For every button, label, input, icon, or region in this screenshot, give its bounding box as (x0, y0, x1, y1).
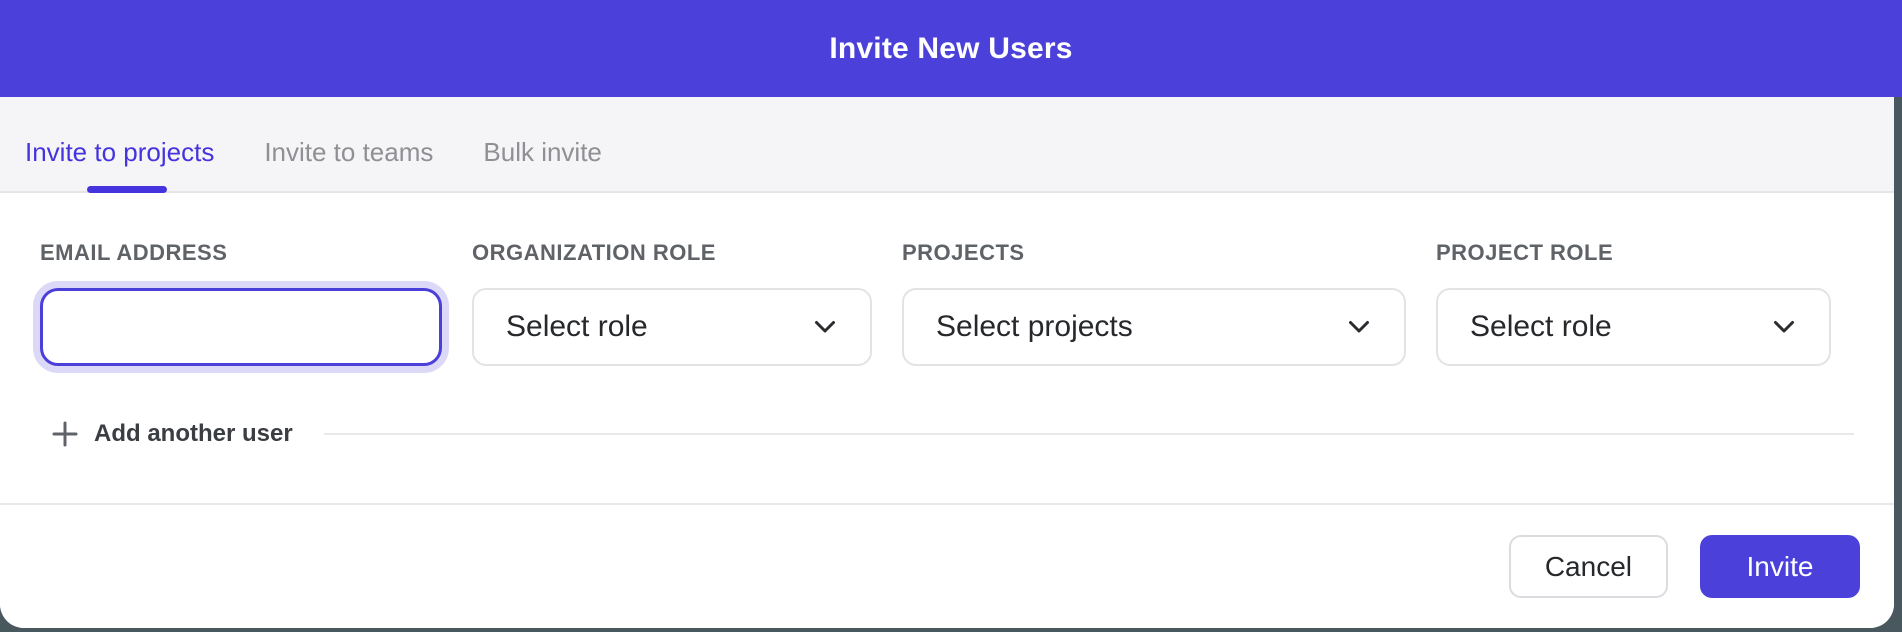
organization-role-select[interactable]: Select role (472, 288, 872, 366)
chevron-down-icon (1348, 320, 1370, 334)
tab-invite-to-projects[interactable]: Invite to projects (25, 139, 214, 191)
chevron-down-icon (814, 320, 836, 334)
chevron-down-icon (1773, 320, 1795, 334)
modal-title: Invite New Users (829, 32, 1072, 66)
cancel-button[interactable]: Cancel (1509, 535, 1668, 598)
tab-bulk-invite[interactable]: Bulk invite (483, 139, 602, 191)
add-another-user-button[interactable]: Add another user (40, 420, 293, 448)
email-address-input[interactable] (40, 288, 442, 366)
email-address-label: EMAIL ADDRESS (40, 240, 442, 266)
organization-role-value: Select role (506, 310, 648, 344)
active-tab-underline (87, 186, 167, 193)
organization-role-column: ORGANIZATION ROLE Select role (472, 240, 872, 366)
tab-invite-to-teams[interactable]: Invite to teams (264, 139, 433, 191)
project-role-value: Select role (1470, 310, 1612, 344)
modal-footer: Cancel Invite (0, 505, 1894, 628)
invite-button[interactable]: Invite (1700, 535, 1860, 598)
project-role-select[interactable]: Select role (1436, 288, 1831, 366)
project-role-label: PROJECT ROLE (1436, 240, 1831, 266)
add-user-row: Add another user (40, 418, 1854, 450)
add-another-user-label: Add another user (94, 420, 293, 448)
form-area: EMAIL ADDRESS ORGANIZATION ROLE Select r… (0, 193, 1894, 503)
page: Invite New Users Invite to projects Invi… (0, 0, 1902, 632)
projects-column: PROJECTS Select projects (902, 240, 1406, 366)
invite-row: EMAIL ADDRESS ORGANIZATION ROLE Select r… (40, 240, 1854, 366)
projects-label: PROJECTS (902, 240, 1406, 266)
plus-icon (51, 420, 79, 448)
organization-role-label: ORGANIZATION ROLE (472, 240, 872, 266)
modal-header: Invite New Users (0, 0, 1902, 97)
projects-select[interactable]: Select projects (902, 288, 1406, 366)
project-role-column: PROJECT ROLE Select role (1436, 240, 1831, 366)
add-user-divider (324, 433, 1854, 435)
tab-bar: Invite to projects Invite to teams Bulk … (0, 97, 1894, 193)
invite-modal: Invite to projects Invite to teams Bulk … (0, 97, 1894, 628)
projects-value: Select projects (936, 310, 1133, 344)
email-address-column: EMAIL ADDRESS (40, 240, 442, 366)
